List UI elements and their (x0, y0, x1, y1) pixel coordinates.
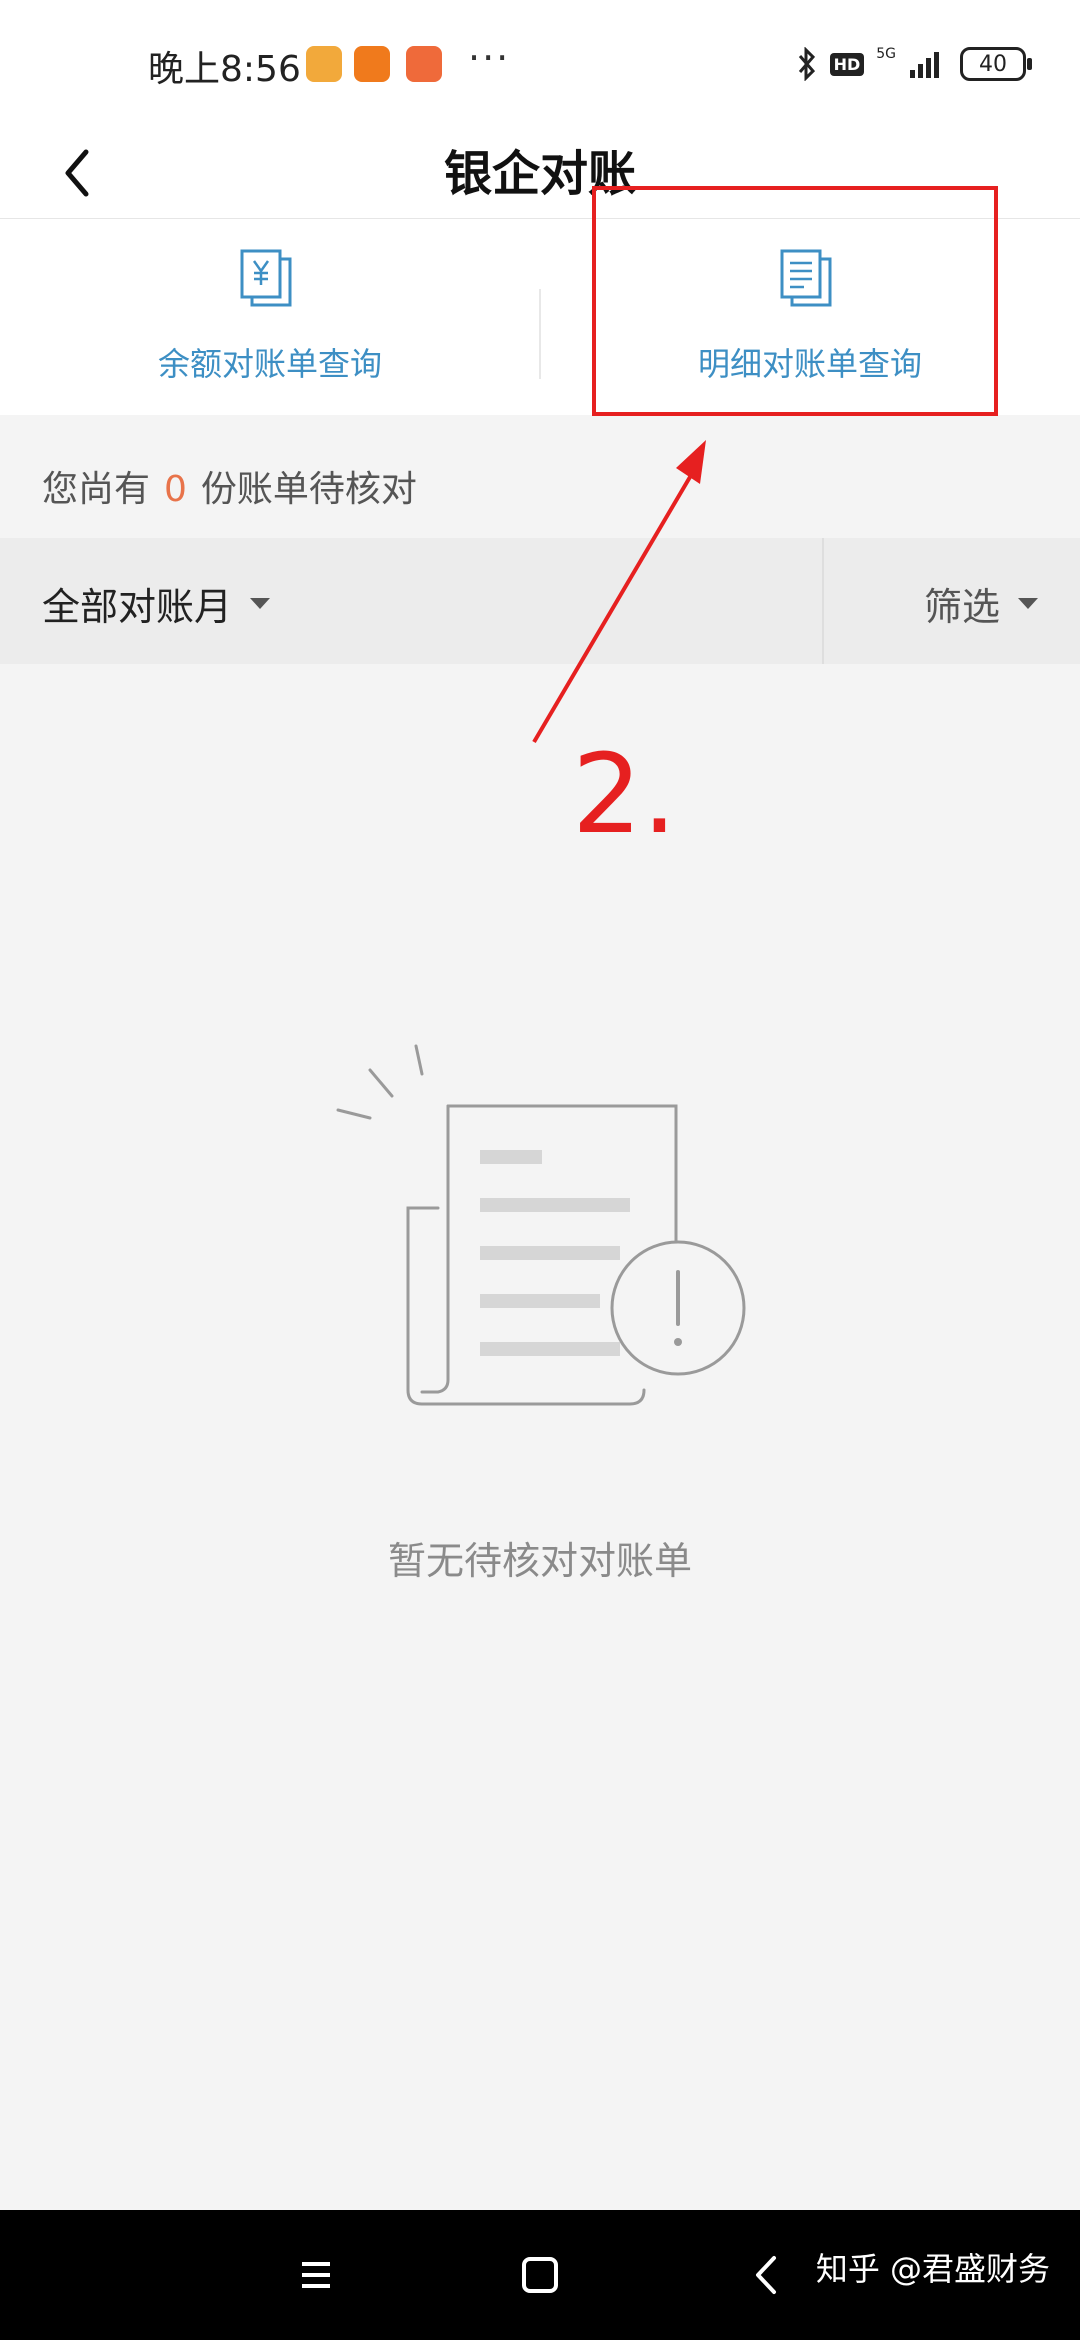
annotation-highlight-box (592, 186, 998, 416)
screen-filter-label: 筛选 (923, 585, 1000, 629)
pending-count: 0 (164, 469, 187, 510)
network-type: 5G (876, 46, 896, 62)
empty-document-warning-icon (336, 1044, 746, 1406)
message-app-icon (306, 46, 342, 82)
bluetooth-icon (798, 47, 815, 81)
screen-filter-dropdown[interactable]: 筛选 (924, 576, 1038, 631)
system-nav-bar: 知乎 @君盛财务 (0, 2210, 1080, 2340)
battery-icon: 40 (960, 47, 1032, 81)
pending-suffix: 份账单待核对 (200, 469, 417, 510)
yuan-document-icon (240, 249, 292, 307)
hd-voice-badge: HD (829, 52, 865, 76)
balance-statement-query-button[interactable]: 余额对账单查询 (0, 219, 540, 415)
status-bar: 晚上8:56 ··· HD 5G 40 (0, 0, 1080, 128)
signal-icon (910, 52, 939, 78)
pending-prefix: 您尚有 (42, 469, 151, 510)
month-filter-label: 全部对账月 (42, 585, 233, 629)
recent-apps-icon[interactable] (276, 2240, 356, 2310)
month-filter-dropdown[interactable]: 全部对账月 (42, 576, 271, 631)
filter-divider (822, 538, 824, 664)
balance-statement-label: 余额对账单查询 (157, 345, 382, 383)
annotation-step-label: 2. (572, 730, 677, 858)
status-indicators: HD 5G 40 (796, 44, 1032, 84)
pending-summary: 您尚有 0 份账单待核对 (42, 460, 417, 512)
battery-level: 40 (979, 51, 1007, 77)
home-icon[interactable] (500, 2240, 580, 2310)
watermark-text: 知乎 @君盛财务 (815, 2250, 1050, 2288)
filter-bar: 全部对账月 筛选 (0, 538, 1080, 664)
status-time: 晚上8:56 (148, 49, 301, 90)
empty-state-message: 暂无待核对对账单 (387, 1539, 692, 1583)
more-notifications-icon: ··· (468, 36, 511, 80)
taobao-app-icon (354, 46, 390, 82)
back-nav-icon[interactable] (728, 2240, 808, 2310)
mi-app-icon (406, 46, 442, 82)
dropdown-caret-icon (250, 598, 271, 609)
dropdown-caret-icon (1018, 598, 1038, 609)
